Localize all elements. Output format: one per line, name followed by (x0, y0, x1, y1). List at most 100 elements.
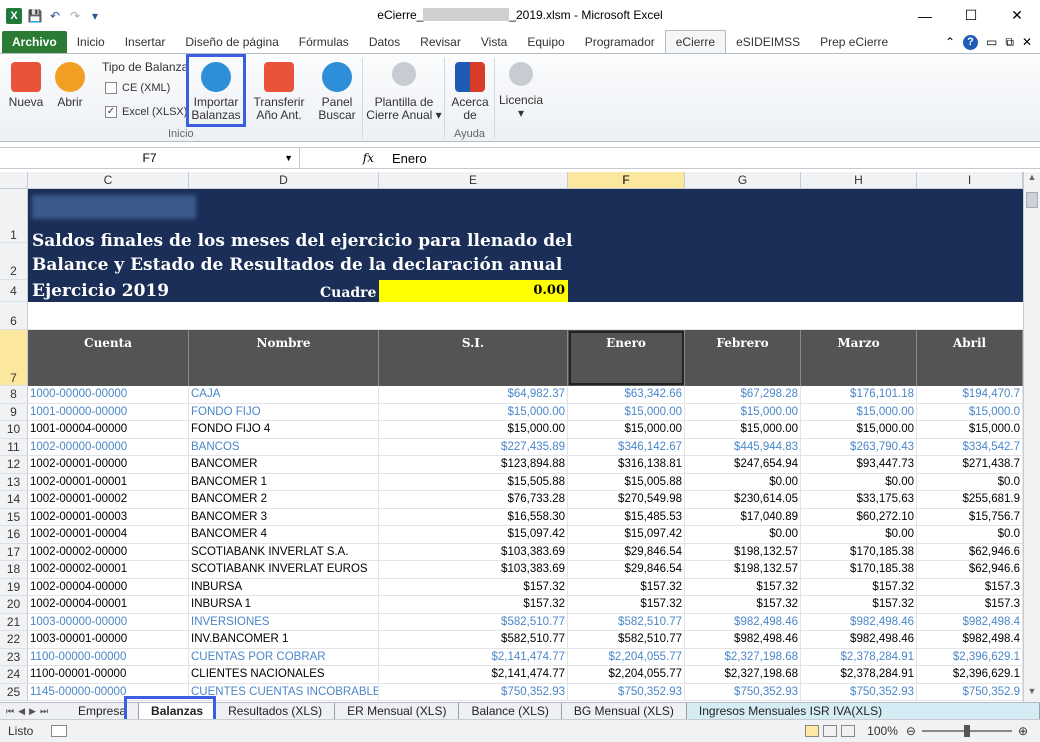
row-header[interactable]: 16 (0, 526, 28, 544)
row-header[interactable]: 8 (0, 386, 28, 404)
cell-nombre[interactable]: BANCOMER 3 (189, 508, 379, 526)
zoom-out-icon[interactable]: ⊖ (906, 724, 916, 738)
page-break-icon[interactable] (841, 725, 856, 737)
cell-enero[interactable]: $15,000.00 (568, 403, 685, 421)
formula-input[interactable]: Enero (384, 151, 427, 166)
cell-marzo[interactable]: $157.32 (801, 578, 917, 596)
cell-febrero[interactable]: $157.32 (685, 596, 801, 614)
tab-ecierre[interactable]: eCierre (664, 30, 727, 53)
cell-cuenta[interactable]: 1002-00002-00001 (28, 561, 189, 579)
cell-cuenta[interactable]: 1100-00001-00000 (28, 666, 189, 684)
customize-qat-icon[interactable]: ▾ (88, 9, 102, 23)
cell-cuenta[interactable]: 1002-00001-00002 (28, 491, 189, 509)
doc-restore-icon[interactable]: ⧉ (1005, 35, 1014, 50)
cell-cuenta[interactable]: 1145-00000-00000 (28, 683, 189, 701)
cell-si[interactable]: $103,383.69 (379, 561, 568, 579)
cell-nombre[interactable]: INV.BANCOMER 1 (189, 631, 379, 649)
cell-si[interactable]: $15,000.00 (379, 421, 568, 439)
cell-febrero[interactable]: $0.00 (685, 473, 801, 491)
cell-abril[interactable]: $982,498.4 (917, 613, 1023, 631)
row-header[interactable]: 15 (0, 508, 28, 526)
cell-abril[interactable]: $0.0 (917, 526, 1023, 544)
cell-nombre[interactable]: CAJA (189, 386, 379, 404)
cell-enero[interactable]: $15,005.88 (568, 473, 685, 491)
maximize-button[interactable]: ☐ (948, 0, 994, 31)
cell-marzo[interactable]: $0.00 (801, 473, 917, 491)
tab-equipo[interactable]: Equipo (517, 31, 574, 53)
select-all-corner[interactable] (0, 172, 28, 189)
tab-archivo[interactable]: Archivo (2, 31, 67, 53)
row-header[interactable]: 19 (0, 578, 28, 596)
cell-marzo[interactable]: $750,352.93 (801, 683, 917, 701)
undo-icon[interactable]: ↶ (48, 9, 62, 23)
cell-febrero[interactable]: $198,132.57 (685, 561, 801, 579)
cell-si[interactable]: $103,383.69 (379, 543, 568, 561)
cell-nombre[interactable]: CUENTAS POR COBRAR (189, 648, 379, 666)
sheet-tab-balanzas[interactable]: Balanzas (139, 703, 217, 719)
cell-cuenta[interactable]: 1002-00002-00000 (28, 543, 189, 561)
cell-marzo[interactable]: $60,272.10 (801, 508, 917, 526)
zoom-level[interactable]: 100% (867, 724, 898, 738)
column-header-h[interactable]: H (801, 172, 917, 189)
ce-xml-checkbox[interactable]: CE (XML) (105, 82, 170, 94)
row-header[interactable]: 18 (0, 561, 28, 579)
row-header[interactable]: 22 (0, 631, 28, 649)
acerca-de-button[interactable]: Acerca de (450, 62, 490, 122)
row-header-1[interactable]: 1 (0, 189, 28, 243)
redo-icon[interactable]: ↷ (68, 9, 82, 23)
row-header[interactable]: 11 (0, 438, 28, 456)
cell-abril[interactable]: $62,946.6 (917, 561, 1023, 579)
row-header[interactable]: 17 (0, 543, 28, 561)
tab-formulas[interactable]: Fórmulas (289, 31, 359, 53)
header-enero[interactable]: Enero (568, 330, 685, 386)
cell-si[interactable]: $582,510.77 (379, 613, 568, 631)
cell-abril[interactable]: $750,352.9 (917, 683, 1023, 701)
cell-febrero[interactable]: $15,000.00 (685, 403, 801, 421)
cell-nombre[interactable]: INVERSIONES (189, 613, 379, 631)
cell-si[interactable]: $123,894.88 (379, 456, 568, 474)
row-header-7[interactable]: 7 (0, 330, 28, 386)
cell-febrero[interactable]: $982,498.46 (685, 631, 801, 649)
tab-datos[interactable]: Datos (359, 31, 410, 53)
cell-si[interactable]: $157.32 (379, 578, 568, 596)
cell-marzo[interactable]: $15,000.00 (801, 403, 917, 421)
cell-nombre[interactable]: BANCOS (189, 438, 379, 456)
cell-nombre[interactable]: FONDO FIJO (189, 403, 379, 421)
zoom-slider[interactable] (921, 725, 1012, 737)
cell-febrero[interactable]: $0.00 (685, 526, 801, 544)
cell-abril[interactable]: $2,396,629.1 (917, 648, 1023, 666)
cell-abril[interactable]: $194,470.7 (917, 386, 1023, 404)
vertical-scrollbar[interactable]: ▲ ▼ (1023, 172, 1040, 702)
cell-abril[interactable]: $982,498.4 (917, 631, 1023, 649)
row-header[interactable]: 24 (0, 666, 28, 684)
cell-enero[interactable]: $29,846.54 (568, 561, 685, 579)
sheet-tab-empresa[interactable]: Empresa (66, 703, 140, 719)
cell-febrero[interactable]: $17,040.89 (685, 508, 801, 526)
tab-insertar[interactable]: Insertar (115, 31, 176, 53)
cell-enero[interactable]: $15,097.42 (568, 526, 685, 544)
cell-marzo[interactable]: $982,498.46 (801, 631, 917, 649)
cell-abril[interactable]: $15,000.0 (917, 403, 1023, 421)
close-button[interactable]: ✕ (994, 0, 1040, 31)
column-header-f[interactable]: F (568, 172, 685, 189)
cell-febrero[interactable]: $750,352.93 (685, 683, 801, 701)
row-header-2[interactable]: 2 (0, 243, 28, 280)
zoom-thumb[interactable] (963, 725, 970, 737)
cell-abril[interactable]: $62,946.6 (917, 543, 1023, 561)
cell-si[interactable]: $15,097.42 (379, 526, 568, 544)
name-box[interactable]: F7 ▼ (0, 148, 300, 168)
first-sheet-icon[interactable]: ⏮ (6, 706, 14, 717)
macro-record-icon[interactable] (51, 725, 68, 737)
cell-si[interactable]: $15,000.00 (379, 403, 568, 421)
transferir-button[interactable]: Transferir Año Ant. (252, 62, 306, 122)
cell-febrero[interactable]: $230,614.05 (685, 491, 801, 509)
plantilla-cierre-button[interactable]: Plantilla de Cierre Anual ▾ (366, 62, 442, 122)
nueva-button[interactable]: Nueva (8, 62, 44, 109)
cell-enero[interactable]: $316,138.81 (568, 456, 685, 474)
cell-nombre[interactable]: BANCOMER 1 (189, 473, 379, 491)
cell-marzo[interactable]: $263,790.43 (801, 438, 917, 456)
scroll-down-icon[interactable]: ▼ (1024, 686, 1040, 702)
minimize-ribbon-icon[interactable]: ⌃ (945, 35, 955, 49)
cell-nombre[interactable]: BANCOMER (189, 456, 379, 474)
cell-cuenta[interactable]: 1003-00000-00000 (28, 613, 189, 631)
